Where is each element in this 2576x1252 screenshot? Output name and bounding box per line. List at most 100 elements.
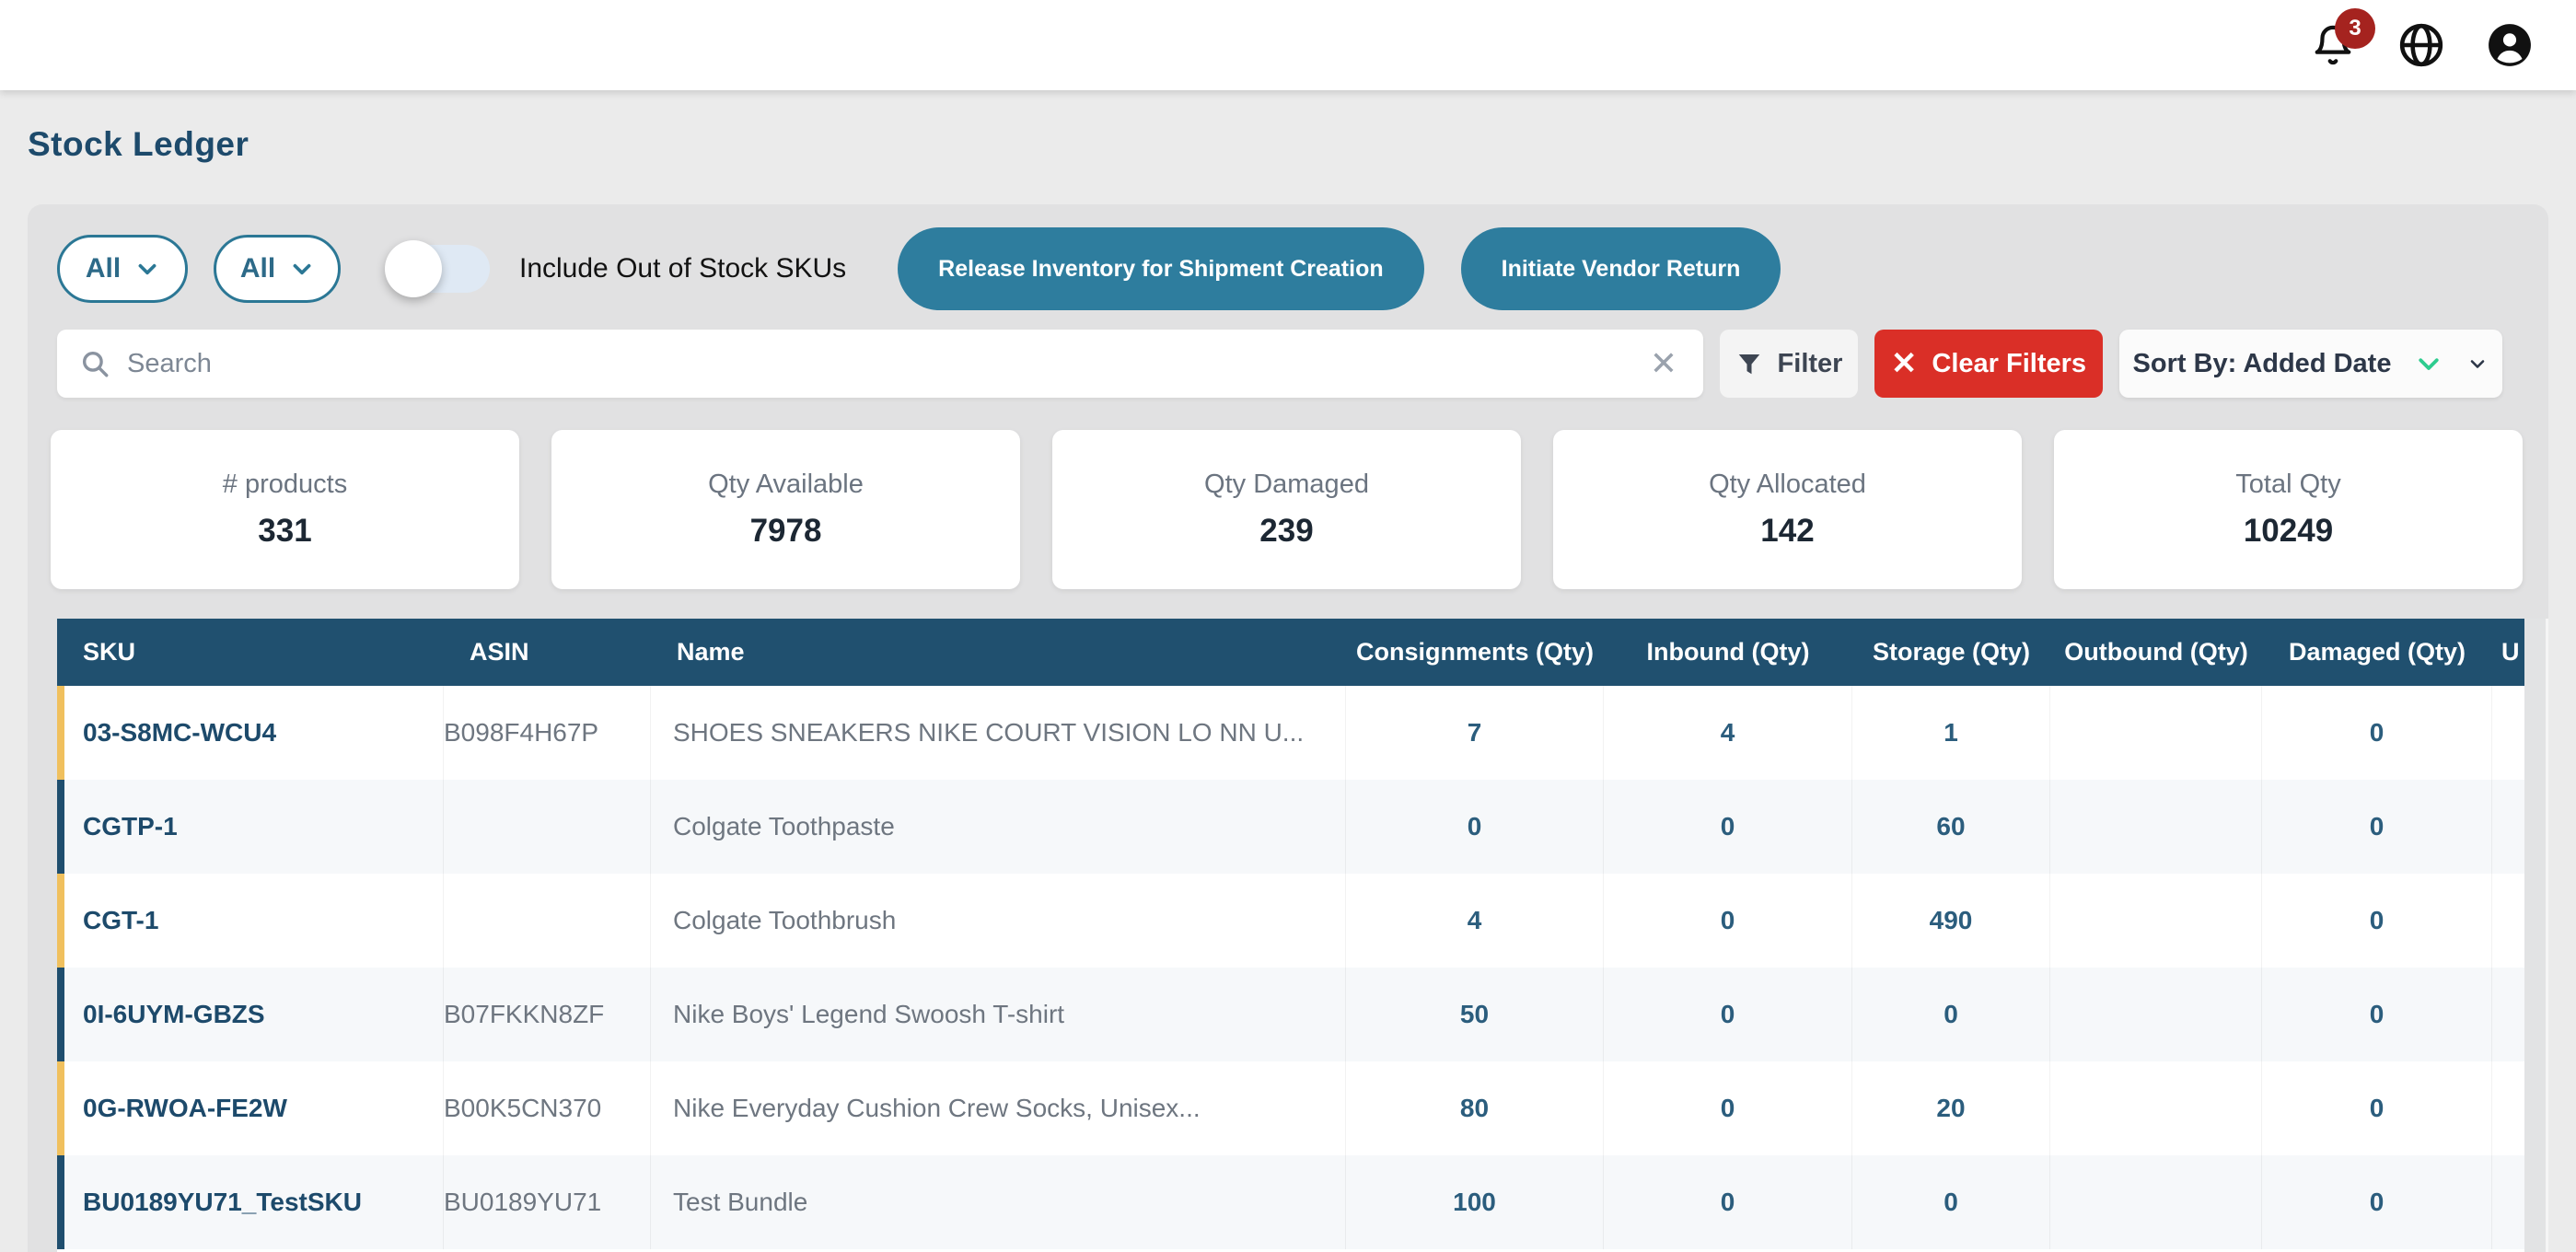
cell-sku[interactable]: CGTP-1 [57, 780, 444, 874]
stat-card-4: Total Qty 10249 [2054, 430, 2523, 589]
filter-button[interactable]: Filter [1720, 330, 1858, 398]
cell-inbound: 4 [1604, 686, 1852, 780]
cell-u [2492, 1155, 2524, 1249]
stat-label: Qty Damaged [1204, 470, 1369, 500]
cell-inbound: 0 [1604, 1155, 1852, 1249]
table-row[interactable]: 0I-6UYM-GBZSB07FKKN8ZFNike Boys' Legend … [57, 968, 2524, 1061]
page-title: Stock Ledger [28, 125, 249, 164]
search-box: ✕ [57, 330, 1703, 398]
stat-label: # products [223, 470, 347, 500]
table-row[interactable]: CGTP-1Colgate Toothpaste00600 [57, 780, 2524, 874]
sort-by-dropdown[interactable]: Sort By: Added Date [2119, 330, 2502, 398]
cell-damaged: 0 [2262, 1061, 2492, 1155]
cell-inbound: 0 [1604, 874, 1852, 968]
cell-inbound: 0 [1604, 1061, 1852, 1155]
column-header: Outbound (Qty) [2050, 619, 2262, 686]
filter-row: All All Include Out of Stock SKUs Releas… [28, 226, 2548, 311]
cell-outbound [2050, 780, 2262, 874]
cell-damaged: 0 [2262, 686, 2492, 780]
cell-storage: 1 [1852, 686, 2050, 780]
stock-table: SKUASINNameConsignments (Qty)Inbound (Qt… [57, 619, 2524, 1252]
column-header: Inbound (Qty) [1604, 619, 1852, 686]
cell-name: Colgate Toothbrush [651, 874, 1346, 968]
language-button[interactable] [2397, 21, 2445, 69]
account-button[interactable] [2486, 21, 2534, 69]
stat-card-0: # products 331 [51, 430, 519, 589]
vertical-scrollbar[interactable] [2524, 619, 2548, 1252]
table-row[interactable]: 0G-RWOA-FE2WB00K5CN370Nike Everyday Cush… [57, 1061, 2524, 1155]
table-row[interactable]: BU0189YU71_TestSKUBU0189YU71Test Bundle1… [57, 1155, 2524, 1249]
cell-consignments: 80 [1346, 1061, 1604, 1155]
cell-consignments: 0 [1346, 780, 1604, 874]
cell-consignments: 50 [1346, 968, 1604, 1061]
include-out-of-stock-label: Include Out of Stock SKUs [519, 253, 846, 284]
cell-outbound [2050, 1061, 2262, 1155]
table-body: 03-S8MC-WCU4B098F4H67PSHOES SNEAKERS NIK… [57, 686, 2524, 1249]
cell-storage: 0 [1852, 968, 2050, 1061]
funnel-icon [1735, 350, 1763, 377]
stat-card-1: Qty Available7978 [551, 430, 1020, 589]
stat-value: 142 [1760, 513, 1814, 550]
cell-asin [444, 780, 651, 874]
stat-card-2: Qty Damaged 239 [1052, 430, 1521, 589]
table-row[interactable]: CGT-1Colgate Toothbrush404900 [57, 874, 2524, 968]
stats-row: # products331Qty Available7978Qty Damage… [28, 430, 2548, 589]
chevron-down-icon [2466, 353, 2489, 375]
row-accent-bar [57, 1061, 64, 1155]
filter-dropdown-2[interactable]: All [214, 235, 341, 303]
row-accent-bar [57, 780, 64, 874]
release-inventory-button[interactable]: Release Inventory for Shipment Creation [898, 227, 1423, 310]
notification-count-badge: 3 [2335, 8, 2375, 49]
cell-damaged: 0 [2262, 780, 2492, 874]
cell-asin: B098F4H67P [444, 686, 651, 780]
cell-name: Test Bundle [651, 1155, 1346, 1249]
cell-sku[interactable]: BU0189YU71_TestSKU [57, 1155, 444, 1249]
notifications-button[interactable]: 3 [2309, 21, 2357, 69]
stat-card-3: Qty Allocated 142 [1553, 430, 2022, 589]
cell-sku[interactable]: 0G-RWOA-FE2W [57, 1061, 444, 1155]
search-icon [79, 348, 110, 379]
cell-damaged: 0 [2262, 968, 2492, 1061]
table-header-row: SKUASINNameConsignments (Qty)Inbound (Qt… [57, 619, 2524, 686]
stat-value: 7978 [750, 513, 822, 550]
cell-u [2492, 780, 2524, 874]
clear-filters-button[interactable]: ✕ Clear Filters [1874, 330, 2103, 398]
stat-label: Qty Allocated [1709, 470, 1866, 500]
stat-label: Total Qty [2235, 470, 2340, 500]
cell-consignments: 4 [1346, 874, 1604, 968]
clear-filters-label: Clear Filters [1932, 349, 2086, 379]
cell-name: Nike Boys' Legend Swoosh T-shirt [651, 968, 1346, 1061]
x-icon: ✕ [1891, 345, 1918, 382]
stat-value: 10249 [2244, 513, 2333, 550]
cell-sku[interactable]: 03-S8MC-WCU4 [57, 686, 444, 780]
clear-search-icon[interactable]: ✕ [1646, 347, 1681, 380]
filter-dropdown-1[interactable]: All [57, 235, 188, 303]
cell-asin: B00K5CN370 [444, 1061, 651, 1155]
stat-value: 331 [258, 513, 311, 550]
filter-dropdown-1-value: All [86, 253, 121, 284]
cell-sku[interactable]: 0I-6UYM-GBZS [57, 968, 444, 1061]
cell-damaged: 0 [2262, 1155, 2492, 1249]
cell-sku[interactable]: CGT-1 [57, 874, 444, 968]
cell-name: Colgate Toothpaste [651, 780, 1346, 874]
search-input[interactable] [127, 349, 1630, 379]
cell-storage: 60 [1852, 780, 2050, 874]
table-row[interactable]: 03-S8MC-WCU4B098F4H67PSHOES SNEAKERS NIK… [57, 686, 2524, 780]
chevron-down-icon [135, 257, 159, 281]
toggle-knob [385, 240, 442, 297]
filter-dropdown-2-value: All [240, 253, 275, 284]
top-bar: 3 [0, 0, 2576, 90]
stock-ledger-panel: All All Include Out of Stock SKUs Releas… [28, 204, 2548, 1252]
include-out-of-stock-toggle[interactable] [387, 245, 490, 293]
row-accent-bar [57, 686, 64, 780]
cell-outbound [2050, 968, 2262, 1061]
cell-asin: B07FKKN8ZF [444, 968, 651, 1061]
cell-name: Nike Everyday Cushion Crew Socks, Unisex… [651, 1061, 1346, 1155]
cell-u [2492, 968, 2524, 1061]
initiate-vendor-return-button[interactable]: Initiate Vendor Return [1461, 227, 1781, 310]
cell-u [2492, 874, 2524, 968]
stat-value: 239 [1259, 513, 1313, 550]
column-header: SKU [57, 619, 444, 686]
cell-asin [444, 874, 651, 968]
filter-button-label: Filter [1778, 349, 1843, 379]
